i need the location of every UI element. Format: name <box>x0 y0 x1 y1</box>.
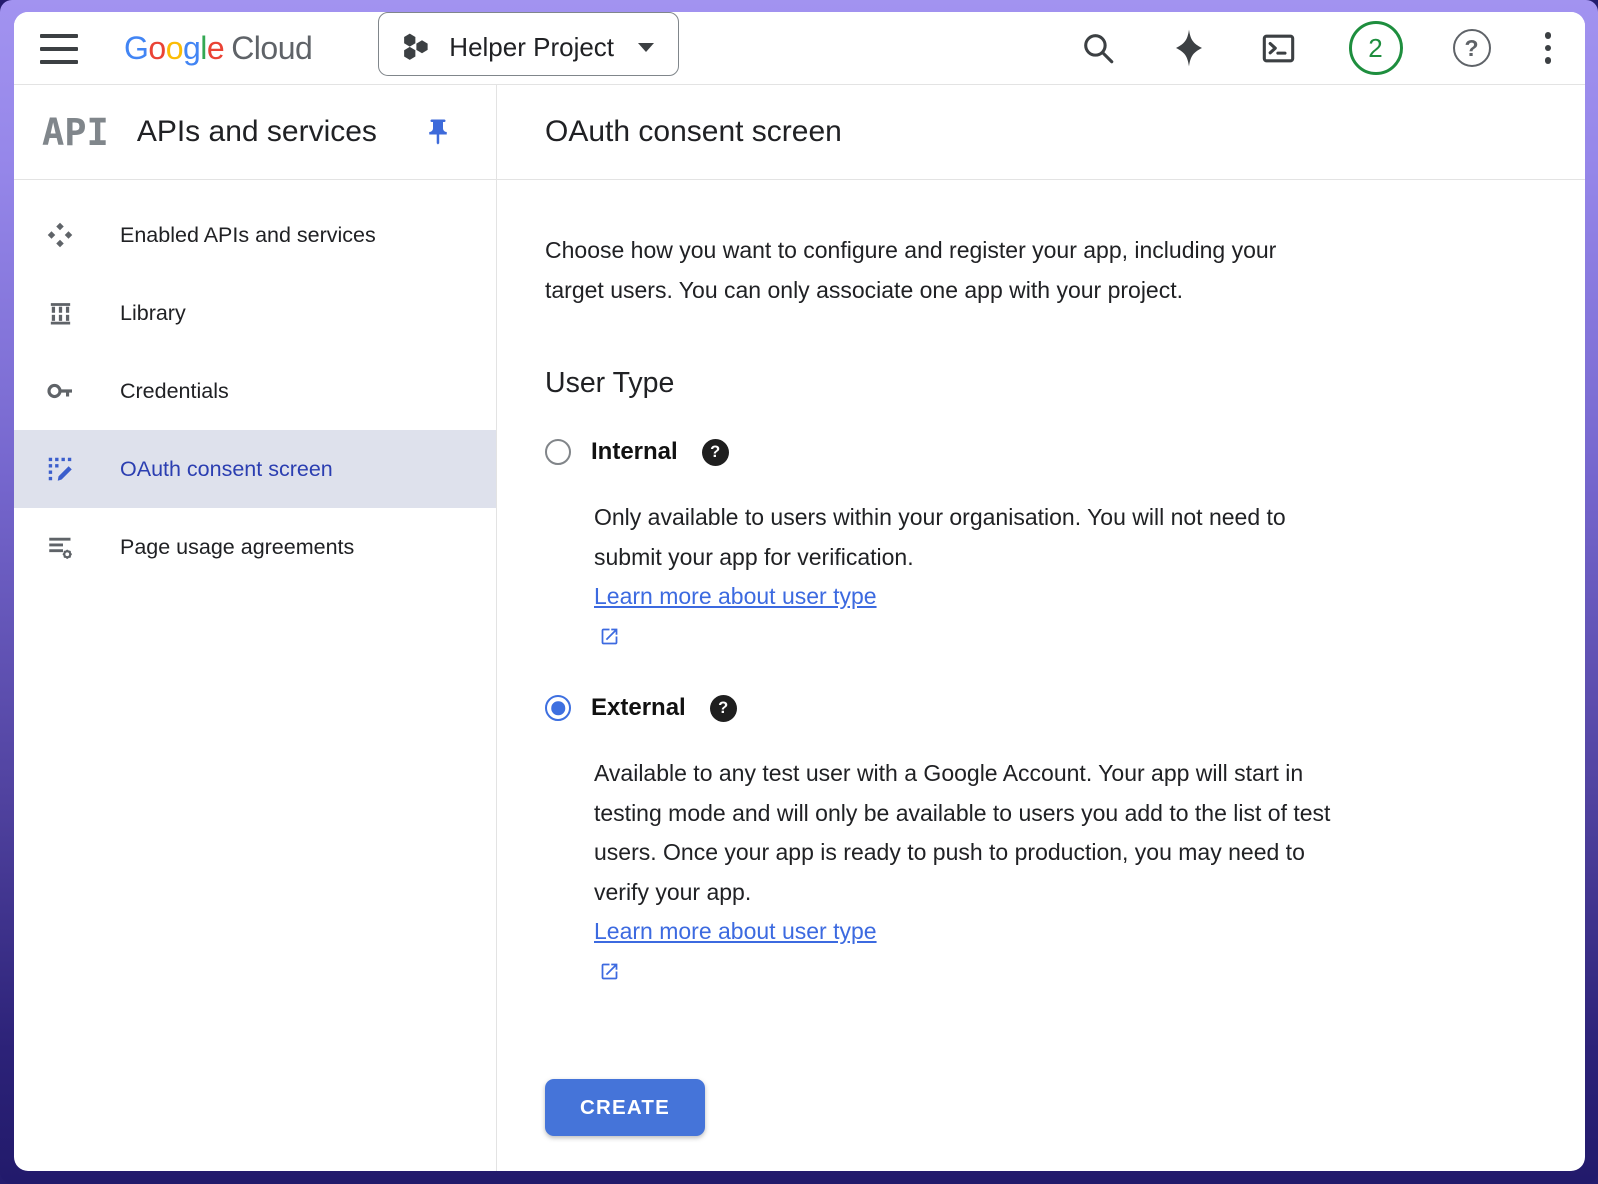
external-link-icon <box>599 961 620 982</box>
logo-letter: o <box>166 30 183 66</box>
logo-letter: e <box>207 30 224 66</box>
pin-icon[interactable] <box>423 117 453 147</box>
hamburger-menu-icon[interactable] <box>40 34 78 64</box>
intro-text: Choose how you want to configure and reg… <box>545 231 1585 310</box>
sidebar-item-label: Credentials <box>120 379 229 404</box>
user-type-option-internal: Internal ? <box>545 438 1585 466</box>
help-icon[interactable]: ? <box>1453 29 1491 67</box>
internal-radio[interactable] <box>545 439 571 465</box>
cloud-shell-icon[interactable] <box>1259 28 1299 68</box>
chevron-down-icon <box>638 43 654 52</box>
enabled-apis-icon <box>44 219 76 251</box>
internal-help-icon[interactable]: ? <box>702 439 729 466</box>
external-label: External <box>591 694 686 722</box>
logo-letter: l <box>200 30 207 66</box>
logo-letter: g <box>183 30 200 66</box>
learn-more-link[interactable]: Learn more about user type <box>594 912 1585 984</box>
browser-frame: GoogleCloud Helper Project <box>0 0 1598 1184</box>
project-name: Helper Project <box>449 32 614 63</box>
app-window: GoogleCloud Helper Project <box>14 12 1585 1171</box>
page-header: OAuth consent screen <box>497 85 1585 179</box>
create-button[interactable]: CREATE <box>545 1079 705 1136</box>
external-radio[interactable] <box>545 695 571 721</box>
oauth-consent-icon <box>44 453 76 485</box>
learn-more-link[interactable]: Learn more about user type <box>594 577 1585 649</box>
gemini-sparkle-icon[interactable] <box>1169 28 1209 68</box>
notifications-badge[interactable]: 2 <box>1349 21 1403 75</box>
sidebar-title: APIs and services <box>137 115 377 149</box>
logo-cloud-text: Cloud <box>231 30 312 66</box>
sidebar-item-label: OAuth consent screen <box>120 457 333 482</box>
project-selector[interactable]: Helper Project <box>378 12 679 76</box>
sidebar-item-oauth-consent-screen[interactable]: OAuth consent screen <box>14 430 496 508</box>
top-app-bar: GoogleCloud Helper Project <box>14 12 1585 85</box>
project-hexagons-icon <box>401 32 431 62</box>
internal-description: Only available to users within your orga… <box>594 498 1585 656</box>
search-icon[interactable] <box>1079 28 1119 68</box>
external-help-icon[interactable]: ? <box>710 695 737 722</box>
api-product-logo: API <box>42 111 109 154</box>
page-title: OAuth consent screen <box>545 115 842 149</box>
logo-letter: o <box>148 30 165 66</box>
google-cloud-logo[interactable]: GoogleCloud <box>124 30 312 67</box>
sidebar-item-page-usage-agreements[interactable]: Page usage agreements <box>14 508 496 586</box>
sidebar-nav: Enabled APIs and services Library <box>14 180 497 1171</box>
sidebar-header: API APIs and services <box>14 85 497 179</box>
sidebar-item-credentials[interactable]: Credentials <box>14 352 496 430</box>
sidebar-item-library[interactable]: Library <box>14 274 496 352</box>
sidebar-item-label: Page usage agreements <box>120 535 354 560</box>
page-agreements-icon <box>44 531 76 563</box>
external-description: Available to any test user with a Google… <box>594 754 1585 991</box>
user-type-heading: User Type <box>545 367 1585 400</box>
notification-count: 2 <box>1368 33 1382 64</box>
user-type-option-external: External ? <box>545 694 1585 722</box>
external-link-icon <box>599 626 620 647</box>
header-row: API APIs and services OAuth consent scre… <box>14 85 1585 180</box>
logo-letter: G <box>124 30 148 66</box>
sidebar-item-label: Library <box>120 301 186 326</box>
library-icon <box>44 297 76 329</box>
main-content: Choose how you want to configure and reg… <box>497 180 1585 1171</box>
internal-label: Internal <box>591 438 678 466</box>
key-icon <box>44 375 76 407</box>
more-options-icon[interactable] <box>1541 28 1556 68</box>
sidebar-item-enabled-apis[interactable]: Enabled APIs and services <box>14 196 496 274</box>
sidebar-item-label: Enabled APIs and services <box>120 223 376 248</box>
